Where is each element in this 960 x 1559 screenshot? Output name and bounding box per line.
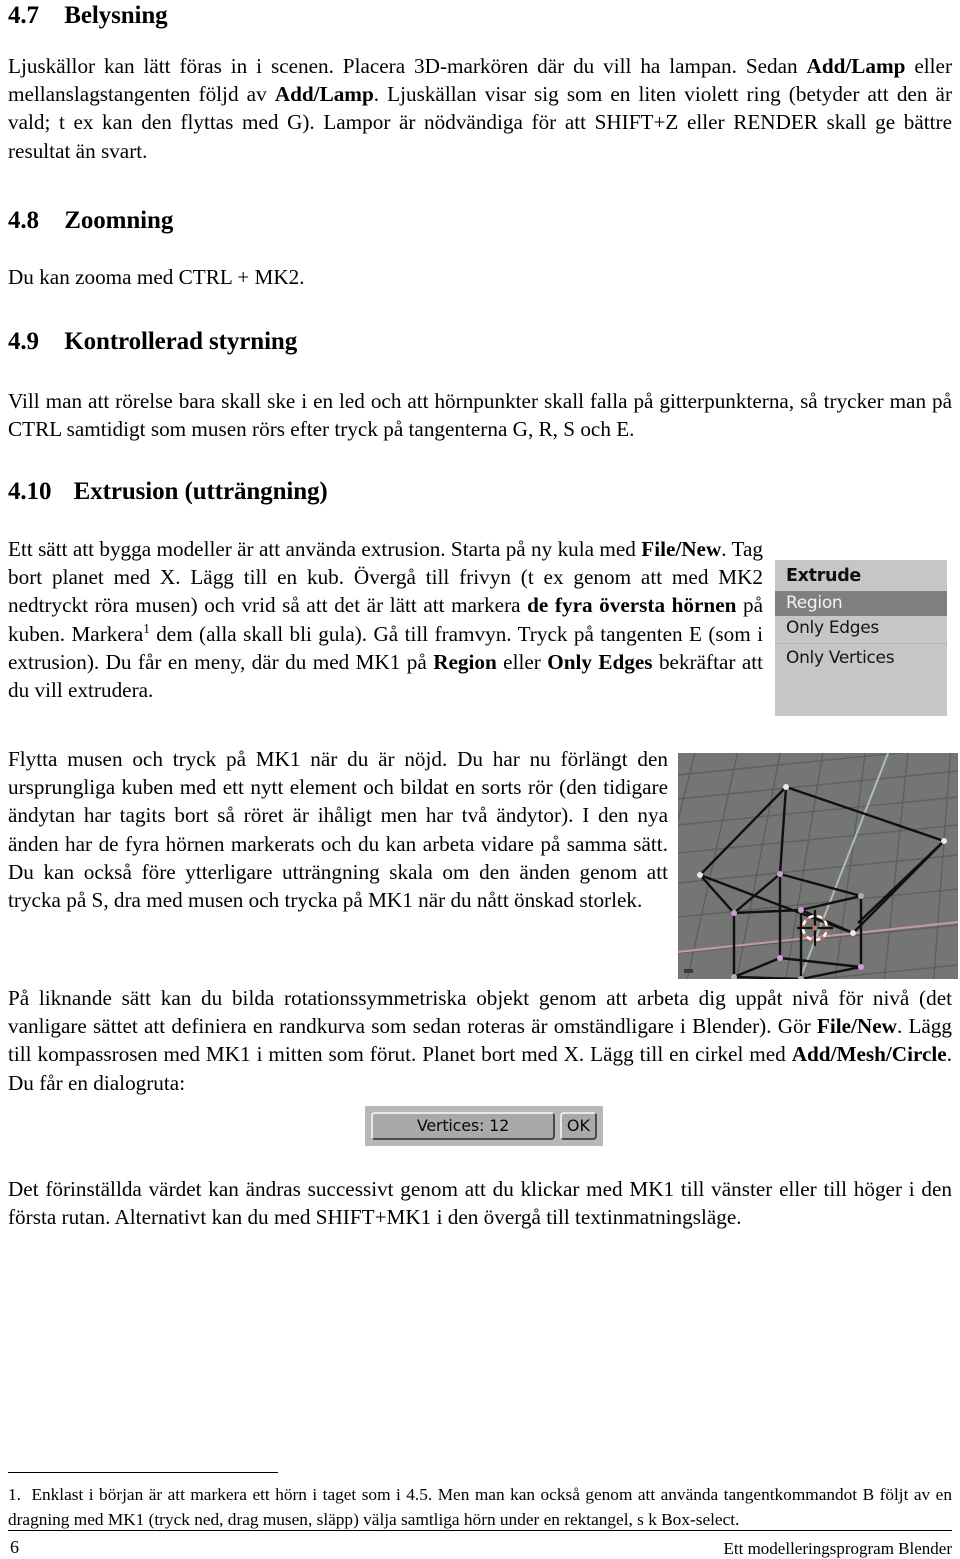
- viewport-canvas: [678, 753, 958, 979]
- paragraph-after-extrude: Flytta musen och tryck på MK1 när du är …: [8, 745, 668, 914]
- extrude-menu-separator: [775, 643, 947, 644]
- extrude-menu-item-region[interactable]: Region: [775, 591, 947, 616]
- section-number: 4.9: [8, 328, 39, 355]
- footer-page-number: 6: [10, 1537, 19, 1557]
- footer-rule: [8, 1530, 952, 1531]
- section-number: 4.8: [8, 207, 39, 234]
- footer-title: Ett modelleringsprogram Blender: [723, 1539, 953, 1558]
- paragraph-rotationssymmetriska: På liknande sätt kan du bilda rotationss…: [8, 984, 952, 1097]
- section-number: 4.10: [8, 478, 52, 505]
- section-number: 4.7: [8, 2, 39, 29]
- figure-vertices-dialog: Vertices: 12 OK: [365, 1106, 603, 1146]
- footnote: 1. Enklast i början är att markera ett h…: [8, 1482, 952, 1532]
- extrude-menu-item-only-edges[interactable]: Only Edges: [775, 616, 947, 641]
- paragraph-text: Flytta musen och tryck på MK1 när du är …: [8, 747, 668, 913]
- extrude-menu-title: Extrude: [786, 566, 861, 586]
- section-title: Extrusion (utträngning): [73, 478, 328, 505]
- paragraph-text: Vill man att rörelse bara skall ske i en…: [8, 389, 952, 442]
- paragraph-text: Ljuskällor kan lätt föras in i scenen. P…: [8, 54, 953, 163]
- section-title: Zoomning: [64, 207, 174, 234]
- section-heading-4-8: 4.8 Zoomning: [8, 207, 952, 236]
- paragraph-belysning: Ljuskällor kan lätt föras in i scenen. P…: [8, 52, 952, 165]
- footnote-separator-rule: [8, 1472, 278, 1473]
- section-heading-4-7: 4.7 Belysning: [8, 2, 952, 31]
- paragraph-zoomning: Du kan zooma med CTRL + MK2.: [8, 263, 952, 291]
- figure-blender-viewport: [678, 753, 958, 979]
- paragraph-extrusion: Ett sätt att bygga modeller är att använ…: [8, 535, 763, 704]
- dialog-ok-button[interactable]: OK: [559, 1112, 597, 1140]
- section-title: Belysning: [64, 2, 168, 29]
- paragraph-text: Du kan zooma med CTRL + MK2.: [8, 265, 305, 289]
- footnote-marker: 1.: [8, 1485, 21, 1504]
- figure-extrude-menu: Extrude Region Only Edges Only Vertices: [775, 560, 947, 716]
- footnote-text: 1. Enklast i början är att markera ett h…: [8, 1482, 952, 1532]
- vertices-number-field[interactable]: Vertices: 12: [371, 1112, 555, 1140]
- section-title: Kontrollerad styrning: [64, 328, 298, 355]
- document-page: 4.7 Belysning Ljuskällor kan lätt föras …: [0, 0, 960, 1559]
- section-heading-4-9: 4.9 Kontrollerad styrning: [8, 328, 952, 357]
- paragraph-after-dialog: Det förinställda värdet kan ändras succe…: [8, 1175, 952, 1231]
- paragraph-kontrollerad-styrning: Vill man att rörelse bara skall ske i en…: [8, 387, 952, 443]
- paragraph-text: På liknande sätt kan du bilda rotationss…: [8, 986, 952, 1095]
- paragraph-text: Det förinställda värdet kan ändras succe…: [8, 1177, 952, 1230]
- section-heading-4-10: 4.10 Extrusion (utträngning): [8, 478, 952, 507]
- paragraph-text: Ett sätt att bygga modeller är att använ…: [8, 537, 764, 703]
- extrude-menu-item-only-vertices[interactable]: Only Vertices: [775, 646, 947, 671]
- footnote-body: Enklast i början är att markera ett hörn…: [8, 1485, 952, 1529]
